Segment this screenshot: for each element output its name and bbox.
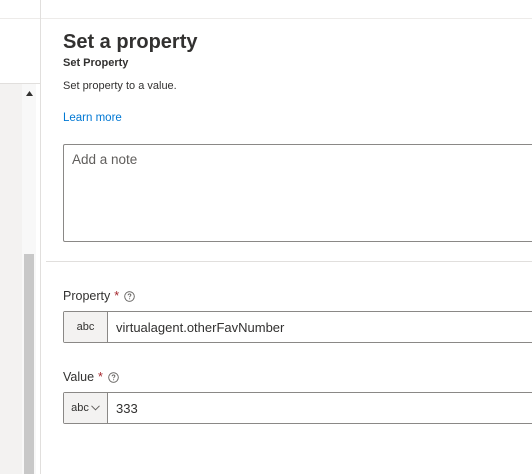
app-root: Set a property Set Property Set property… [0, 0, 532, 474]
section-divider [46, 261, 532, 262]
property-label-text: Property [63, 289, 111, 303]
property-label: Property * [63, 289, 135, 303]
help-circle-icon [108, 371, 119, 383]
value-help-icon[interactable] [108, 371, 119, 383]
property-type-chip: abc [64, 312, 108, 342]
panel-title: Set a property [63, 31, 198, 53]
panel-description: Set property to a value. [63, 80, 177, 92]
learn-more-link[interactable]: Learn more [63, 112, 122, 124]
canvas-area[interactable] [0, 84, 22, 474]
chevron-down-icon [91, 405, 100, 411]
note-input[interactable] [63, 144, 532, 242]
value-type-label: abc [71, 402, 89, 414]
caret-up-icon [25, 90, 33, 96]
value-input[interactable] [108, 393, 532, 423]
value-type-dropdown[interactable]: abc [64, 393, 108, 423]
value-field: abc [63, 392, 532, 424]
canvas-pane [0, 0, 40, 474]
property-required-mark: * [114, 289, 120, 303]
panel-subtitle: Set Property [63, 57, 129, 69]
scrollbar-thumb[interactable] [24, 254, 34, 474]
scroll-up-button[interactable] [22, 86, 36, 100]
help-circle-icon [124, 290, 135, 302]
properties-panel: Set a property Set Property Set property… [41, 19, 532, 474]
property-input[interactable] [108, 312, 532, 342]
value-label-text: Value [63, 370, 95, 384]
property-field: abc [63, 311, 532, 343]
value-required-mark: * [98, 370, 103, 384]
canvas-header [0, 19, 40, 84]
property-help-icon[interactable] [124, 290, 135, 302]
value-label: Value * [63, 370, 119, 384]
